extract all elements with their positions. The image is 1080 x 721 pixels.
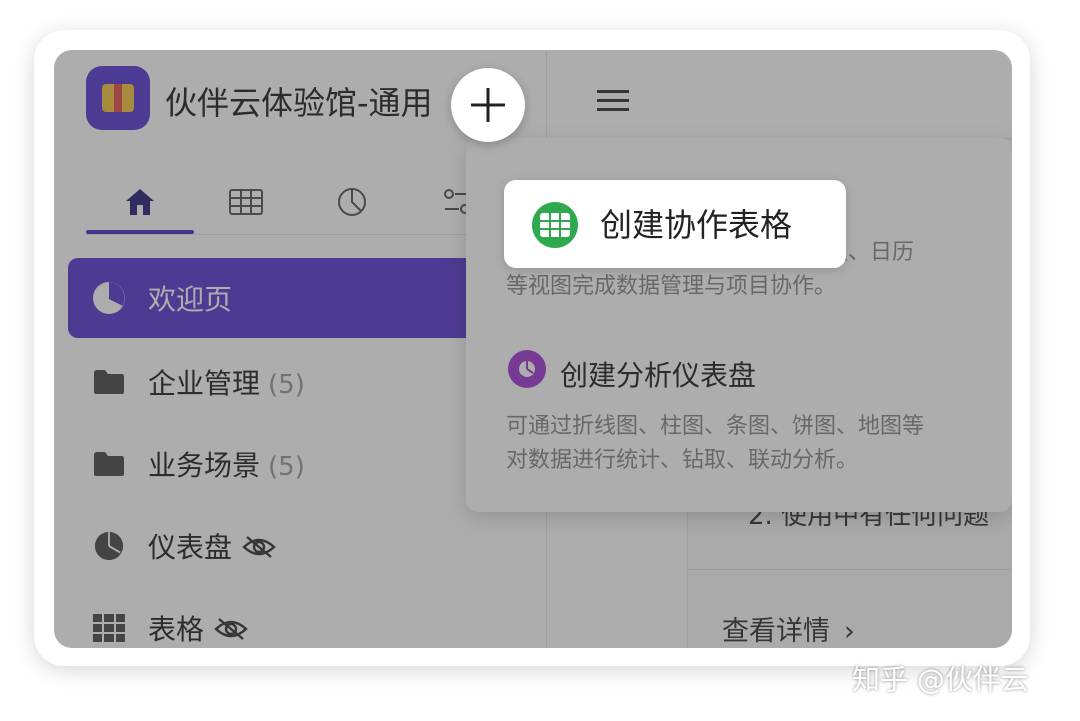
app-screen: 伙伴云体验馆-通用 欢迎页 企业管理 (5) 业务场景 (5) 仪表盘 表格 2… [54,50,1012,648]
watermark: 知乎 @伙伴云 [852,663,1029,696]
dim-overlay [54,50,1012,648]
add-button[interactable] [451,68,525,142]
table-icon [532,202,578,248]
create-table-option[interactable]: 创建协作表格 [504,180,846,268]
option-title: 创建协作表格 [600,206,793,244]
plus-icon [471,88,505,122]
